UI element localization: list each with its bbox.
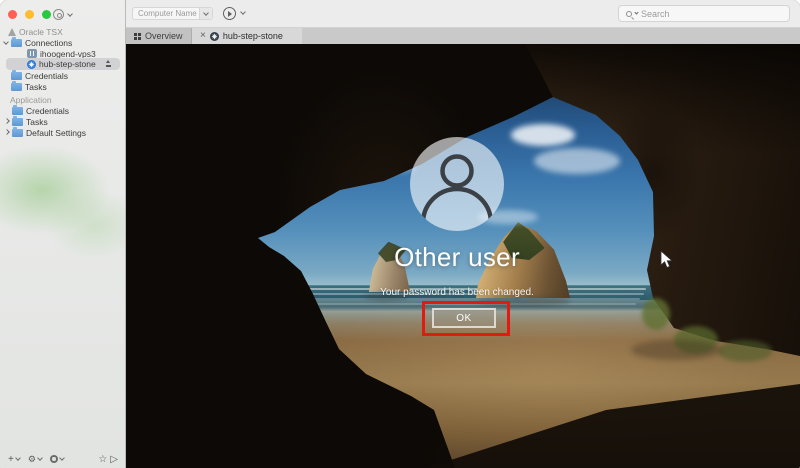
sidebar-item-label: Tasks <box>26 116 48 127</box>
tab-label: Overview <box>145 31 183 41</box>
add-button[interactable]: + <box>8 453 21 465</box>
chevron-down-icon <box>634 10 639 15</box>
folder-icon <box>12 126 23 137</box>
sidebar-item-label: Credentials <box>26 105 69 116</box>
sidebar-item-label: Connections <box>25 37 73 48</box>
remote-display-icon <box>27 49 37 58</box>
chevron-down-icon <box>67 10 73 17</box>
toolbar: Computer Name Search <box>126 0 800 28</box>
main-area: Computer Name Search Overview × hub-step… <box>126 0 800 468</box>
profile-menu-button[interactable] <box>53 9 73 20</box>
folder-icon <box>11 69 22 80</box>
plus-icon: + <box>8 453 14 465</box>
person-icon <box>420 154 494 224</box>
computer-name-combobox[interactable]: Computer Name <box>132 7 213 20</box>
sidebar-item-label: ihoogend-vps3 <box>40 48 96 59</box>
search-icon <box>626 10 632 17</box>
minimize-window-button[interactable] <box>25 10 34 19</box>
profile-icon <box>53 9 64 20</box>
app-window: Oracle TSX Connections ihoogend-vps3 hub… <box>0 0 800 468</box>
tab-bar: Overview × hub-step-stone <box>126 28 800 44</box>
gear-icon: ⚙ <box>27 453 36 464</box>
sidebar-footer-toolbar: + ⚙ ☆ ▷ <box>0 450 126 468</box>
folder-icon <box>12 104 23 115</box>
sidebar-item-label: hub-step-stone <box>39 59 96 69</box>
search-input[interactable]: Search <box>618 5 790 22</box>
sidebar-item-label: Credentials <box>25 70 68 81</box>
combobox-dropdown-button[interactable] <box>199 8 212 19</box>
folder-icon <box>12 115 23 126</box>
computer-name-placeholder: Computer Name <box>138 9 197 18</box>
sidebar: Oracle TSX Connections ihoogend-vps3 hub… <box>0 0 126 468</box>
sidebar-item-app-tasks[interactable]: Tasks <box>0 115 126 127</box>
chevron-down-icon[interactable] <box>240 9 246 15</box>
remote-session-view[interactable]: Other user Your password has been change… <box>126 44 800 468</box>
search-placeholder: Search <box>641 8 670 19</box>
sidebar-item-tasks[interactable]: Tasks <box>0 80 126 92</box>
moss-patch <box>642 298 670 330</box>
folder-icon <box>11 80 22 91</box>
chevron-down-icon <box>203 9 209 16</box>
chevron-down-icon <box>37 455 43 461</box>
sidebar-item-label: Default Settings <box>26 127 87 138</box>
chevron-right-icon[interactable] <box>4 117 10 124</box>
tab-label: hub-step-stone <box>222 31 283 41</box>
sidebar-item-credentials[interactable]: Credentials <box>0 69 126 81</box>
zoom-window-button[interactable] <box>42 10 51 19</box>
tab-hub-step-stone[interactable]: × hub-step-stone <box>192 28 302 44</box>
close-window-button[interactable] <box>8 10 17 19</box>
sidebar-item-app-credentials[interactable]: Credentials <box>0 104 126 116</box>
connect-button[interactable] <box>223 7 236 20</box>
grid-icon <box>134 32 141 40</box>
cloud <box>534 148 620 174</box>
chevron-right-icon[interactable] <box>4 128 10 135</box>
rock-reflection <box>631 340 721 360</box>
sidebar-item-label: Tasks <box>25 81 47 92</box>
star-icon: ☆ <box>98 453 108 465</box>
sidebar-item-connections[interactable]: Connections <box>0 36 126 48</box>
run-button[interactable]: ▷ <box>110 454 118 465</box>
close-icon[interactable]: × <box>200 31 206 41</box>
cursor-icon <box>660 250 673 274</box>
folder-icon <box>11 36 22 47</box>
window-controls <box>8 10 51 19</box>
moss-patch <box>718 340 772 362</box>
connection-icon <box>209 31 219 41</box>
avatar <box>410 137 504 231</box>
play-outline-icon: ▷ <box>110 453 118 465</box>
network-icon <box>49 455 58 463</box>
sidebar-item-default-settings[interactable]: Default Settings <box>0 126 126 138</box>
settings-button[interactable]: ⚙ <box>27 453 43 465</box>
navigation-button[interactable] <box>49 455 65 463</box>
warning-icon <box>8 27 16 36</box>
lock-screen-user: Other user <box>394 242 520 272</box>
wave <box>298 298 640 300</box>
eject-icon[interactable] <box>105 60 112 68</box>
sidebar-item-hub-step-stone[interactable]: hub-step-stone <box>6 58 120 70</box>
lock-screen-message: Your password has been changed. <box>380 287 534 298</box>
sidebar-item-label: Oracle TSX <box>19 26 63 37</box>
favorite-button[interactable]: ☆ <box>98 454 107 465</box>
chevron-down-icon <box>15 455 21 461</box>
connection-icon <box>27 59 36 69</box>
section-header-label: Application <box>10 94 52 105</box>
chevron-down-icon <box>59 455 65 461</box>
cloud <box>511 124 575 146</box>
sidebar-section-application: Application <box>0 94 126 105</box>
chevron-down-icon[interactable] <box>3 38 9 45</box>
tab-overview[interactable]: Overview <box>126 28 192 44</box>
annotation-highlight-box <box>422 301 510 336</box>
sidebar-item-oracle-tsx[interactable]: Oracle TSX <box>0 26 126 37</box>
